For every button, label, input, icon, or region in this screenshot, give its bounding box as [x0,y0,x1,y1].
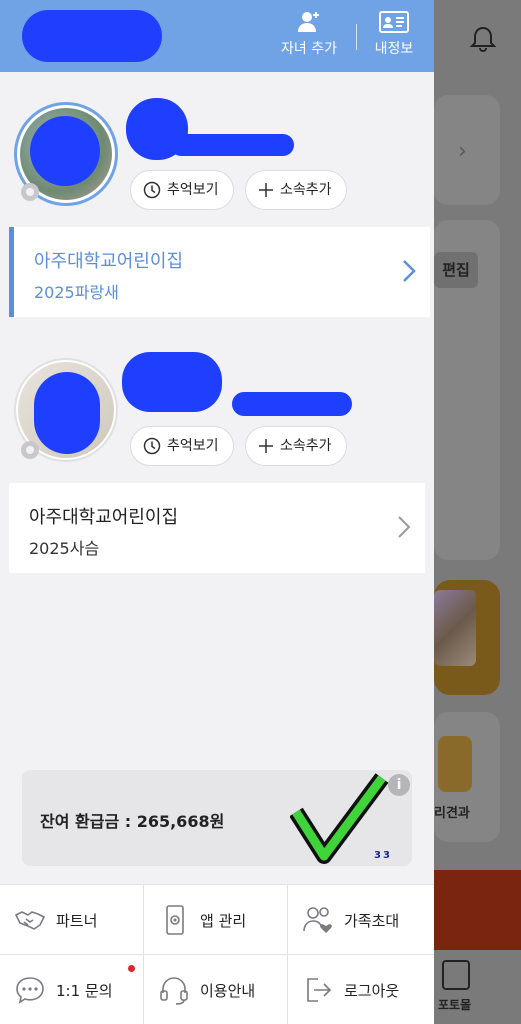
redacted-name [232,392,352,416]
menu-family-invite[interactable]: 가족초대 [288,884,434,954]
phone-settings-icon [166,905,184,935]
school-name: 아주대학교어린이집 [29,507,179,528]
family-invite-icon [303,907,332,933]
background-card: › [434,95,500,205]
info-icon[interactable]: i [388,774,410,796]
menu-label: 앱 관리 [200,912,247,930]
class-name: 2025파랑새 [34,283,119,302]
redacted-name [22,10,162,62]
redacted-name [122,352,222,412]
menu-guide[interactable]: 이용안내 [144,954,288,1024]
background-banner [434,870,521,950]
child-profile: 추억보기 소속추가 아주대학교어린이집 2025사슴 [0,330,434,580]
background-card-label: 리견과 [434,806,470,821]
add-affiliation-label: 소속추가 [280,182,332,198]
logout-icon [307,978,332,1002]
school-name: 아주대학교어린이집 [34,251,184,272]
background-card: 리견과 [434,712,500,842]
clock-icon [143,437,161,455]
plus-icon [259,439,273,453]
my-info-button[interactable]: 내정보 [366,10,422,62]
class-card-selected[interactable]: 아주대학교어린이집 2025파랑새 [9,227,430,317]
background-card [434,580,500,695]
memories-button[interactable]: 추억보기 [130,426,234,466]
gear-icon[interactable] [18,438,42,462]
menu-app-settings[interactable]: 앱 관리 [144,884,288,954]
redacted-name [170,134,294,156]
redacted-face [34,372,100,454]
drawer-header: 자녀 추가 내정보 [0,0,434,72]
background-image [434,590,476,666]
menu-partner[interactable]: 파트너 [0,884,144,954]
menu-label: 이용안내 [200,982,256,1000]
plus-icon [259,183,273,197]
id-card-icon [379,11,409,33]
add-affiliation-button[interactable]: 소속추가 [245,426,347,466]
bottom-menu: 파트너 앱 관리 가족초대 1:1 문의 이용안내 로그아웃 [0,884,434,1024]
redacted-face [30,116,100,186]
refund-balance-text: 잔여 환급금 : 265,668원 [40,812,225,831]
header-divider [356,24,357,50]
menu-label: 1:1 문의 [56,982,113,1000]
notification-badge [128,965,135,972]
photo-book-icon [442,960,470,990]
add-user-icon [298,12,319,32]
chevron-right-icon: › [458,139,467,164]
tab-photo-mall[interactable]: 포토몰 [434,956,521,1024]
menu-logout[interactable]: 로그아웃 [288,954,434,1024]
memories-label: 추억보기 [167,438,219,454]
add-child-label: 자녀 추가 [281,41,337,57]
chat-icon [16,977,44,1004]
menu-label: 로그아웃 [344,982,400,1000]
refund-balance-box: 잔여 환급금 : 265,668원 i 33 [22,770,412,866]
memories-label: 추억보기 [167,182,219,198]
chevron-right-icon [403,260,416,282]
my-info-label: 내정보 [374,41,414,57]
child-profile: 추억보기 소속추가 아주대학교어린이집 2025파랑새 [0,72,434,322]
edit-button[interactable]: 편집 [434,252,478,288]
menu-label: 가족초대 [344,912,400,930]
tab-label: 포토몰 [438,998,472,1012]
mark-number: 33 [374,850,392,861]
clock-icon [143,181,161,199]
side-drawer: 자녀 추가 내정보 추억보기 소속추가 아주대학교어린이집 2025파랑새 추억… [0,0,434,1024]
class-name: 2025사슴 [29,539,100,558]
background-card: 편집 [434,220,500,560]
add-affiliation-button[interactable]: 소속추가 [245,170,347,210]
chevron-right-icon [398,516,411,538]
add-child-button[interactable]: 자녀 추가 [276,10,342,62]
headset-icon [160,977,188,1005]
background-image [438,736,472,792]
class-card[interactable]: 아주대학교어린이집 2025사슴 [9,483,425,573]
gear-icon[interactable] [18,180,42,204]
menu-label: 파트너 [56,912,98,930]
handshake-icon [14,911,46,930]
memories-button[interactable]: 추억보기 [130,170,234,210]
menu-inquiry[interactable]: 1:1 문의 [0,954,144,1024]
bell-icon[interactable] [468,24,498,54]
add-affiliation-label: 소속추가 [280,438,332,454]
